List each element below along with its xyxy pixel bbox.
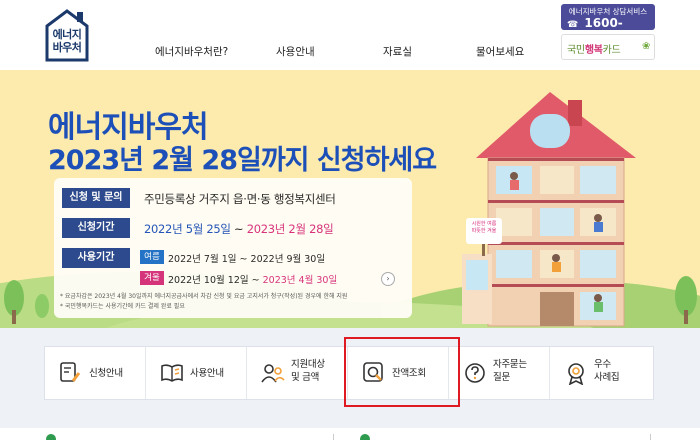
document-pen-icon	[60, 362, 81, 382]
people-icon	[261, 364, 285, 383]
nav-usage[interactable]: 사용안내	[276, 44, 315, 59]
quick-label-usage-guide: 사용안내	[190, 368, 224, 379]
quick-label-best-cases: 우수 사례집	[594, 359, 620, 383]
house-sign-text: 시원한 여름 따뜻한 겨울	[471, 221, 497, 234]
bottom-section	[0, 428, 700, 440]
header: 에너지 바우처 에너지바우처란? 사용안내 자료실 물어보세요 에너지바우처 상…	[0, 0, 700, 70]
nav-resources[interactable]: 자료실	[383, 44, 412, 59]
happy-card-badge[interactable]: 국민행복카드 ❀	[561, 34, 655, 60]
quick-item-faq[interactable]: 자주묻는 질문	[449, 347, 550, 399]
winter-text-a: 2022년 10월 12일 ~	[168, 275, 263, 286]
quick-item-eligibility[interactable]: 지원대상 및 금액	[247, 347, 348, 399]
quick-label-eligibility: 지원대상 및 금액	[291, 359, 325, 383]
winter-text: 2022년 10월 12일 ~ 2023년 4월 30일	[168, 272, 337, 286]
quick-label-faq: 자주묻는 질문	[493, 359, 527, 383]
banner-info-box: 신청 및 문의 주민등록상 거주지 읍·면·동 행정복지센터 신청기간 2022…	[54, 178, 412, 318]
phone-icon: ☎	[567, 20, 579, 30]
quick-item-usage-guide[interactable]: 사용안내	[146, 347, 247, 399]
inquiry-text: 주민등록상 거주지 읍·면·동 행정복지센터	[144, 192, 336, 206]
banner-subtitle: 2023년 2월 28일까지 신청하세요	[48, 145, 437, 176]
nav-ask[interactable]: 물어보세요	[476, 44, 524, 59]
logo-line-2: 바우처	[52, 41, 82, 54]
question-icon	[465, 363, 485, 383]
card-highlight: 행복	[584, 45, 603, 56]
period-end: 2023년 2월 28일	[246, 222, 334, 236]
balance-inquiry-highlight-box	[344, 337, 460, 407]
section-bullet-icon	[46, 434, 56, 440]
quick-label-apply-guide: 신청안내	[89, 368, 123, 379]
section-bullet-icon	[360, 434, 370, 440]
energy-voucher-logo[interactable]: 에너지 바우처	[44, 8, 90, 62]
award-icon	[568, 363, 584, 385]
nav-about[interactable]: 에너지바우처란?	[155, 44, 228, 59]
card-text: 국민행복카드	[567, 41, 621, 56]
period-text: 2022년 5월 25일 ~ 2023년 2월 28일	[144, 221, 334, 237]
tag-summer: 여름	[140, 250, 164, 264]
logo-text: 에너지 바우처	[48, 28, 86, 54]
page: 에너지 바우처 에너지바우처란? 사용안내 자료실 물어보세요 에너지바우처 상…	[0, 0, 700, 440]
note-1: * 요금차감은 2023년 4월 30일까지 에너지공급사에서 차감 신청 및 …	[60, 293, 348, 300]
note-2: * 국민행복카드는 사용기간에 카드 결제 완료 필요	[60, 303, 185, 310]
open-book-icon	[161, 364, 183, 382]
hotline-badge[interactable]: 에너지바우처 상담서비스 ☎ 1600-3190	[561, 4, 655, 44]
tag-inquiry: 신청 및 문의	[62, 188, 130, 208]
quick-item-best-cases[interactable]: 우수 사례집	[550, 347, 651, 399]
winter-text-b: 2023년 4월 30일	[262, 275, 338, 286]
period-sep: ~	[230, 222, 247, 236]
logo-line-1: 에너지	[52, 28, 82, 41]
card-suffix: 카드	[602, 45, 621, 56]
promo-banner[interactable]: 시원한 여름 따뜻한 겨울 에너지바우처 2023년 2월 28일까지 신청하세…	[0, 70, 700, 328]
card-prefix: 국민	[567, 45, 585, 56]
bottom-divider	[333, 434, 334, 440]
quick-item-apply-guide[interactable]: 신청안내	[45, 347, 146, 399]
tag-winter: 겨울	[140, 271, 164, 285]
tag-period: 신청기간	[62, 218, 130, 238]
banner-next-arrow-icon[interactable]: ›	[381, 272, 395, 286]
tag-usage: 사용기간	[62, 248, 130, 268]
period-start: 2022년 5월 25일	[144, 222, 231, 236]
clover-icon: ❀	[642, 41, 651, 52]
bottom-divider	[650, 434, 651, 440]
summer-text: 2022년 7월 1일 ~ 2022년 9월 30일	[168, 254, 326, 265]
